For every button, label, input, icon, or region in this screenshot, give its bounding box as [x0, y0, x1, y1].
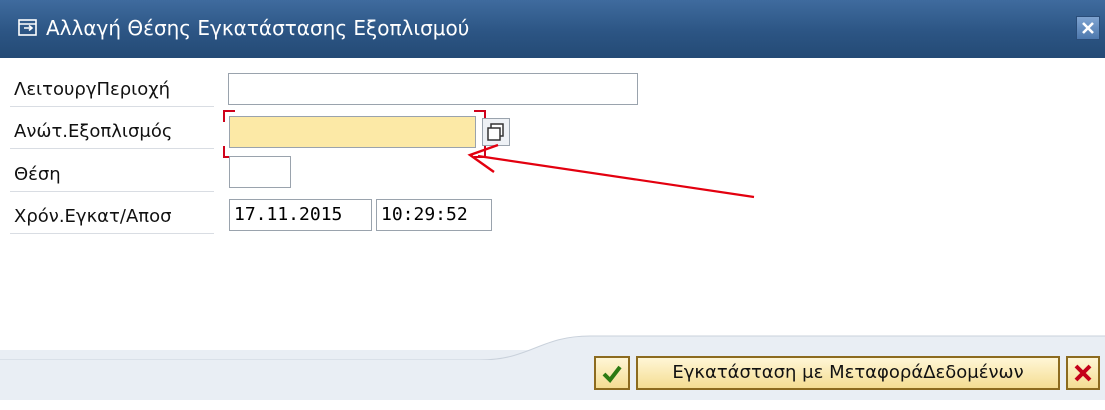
search-help-button[interactable] [482, 118, 510, 146]
superior-equipment-input[interactable] [229, 116, 476, 148]
close-button[interactable] [1076, 16, 1100, 40]
dialog-title: Αλλαγή Θέσης Εγκατάστασης Εξοπλισμού [46, 16, 470, 40]
functional-location-label: ΛειτουργΠεριοχή [10, 75, 214, 107]
superior-equipment-label: Ανώτ.Εξοπλισμός [10, 117, 214, 149]
confirm-button[interactable] [594, 356, 630, 390]
install-datetime-label: Χρόν.Εγκατ/Αποσ [10, 202, 214, 234]
cancel-x-icon [1074, 364, 1092, 382]
focus-marker [474, 146, 486, 158]
focus-marker [223, 110, 235, 122]
copy-icon [487, 123, 504, 141]
cancel-button[interactable] [1066, 356, 1100, 390]
install-date-input[interactable]: 17.11.2015 [229, 199, 372, 231]
position-input[interactable] [229, 156, 291, 188]
dialog-window: Αλλαγή Θέσης Εγκατάστασης Εξοπλισμού Λει… [0, 0, 1105, 410]
footer-edge [0, 400, 1105, 410]
position-label: Θέση [10, 160, 214, 192]
install-time-input[interactable]: 10:29:52 [376, 199, 492, 231]
checkmark-icon [602, 365, 622, 384]
close-icon [1082, 22, 1094, 34]
dialog-icon [18, 19, 38, 37]
install-transfer-button[interactable]: Εγκατάσταση με ΜεταφοράΔεδομένων [636, 356, 1060, 390]
functional-location-input[interactable] [228, 73, 638, 105]
title-bar: Αλλαγή Θέσης Εγκατάστασης Εξοπλισμού [0, 0, 1105, 58]
